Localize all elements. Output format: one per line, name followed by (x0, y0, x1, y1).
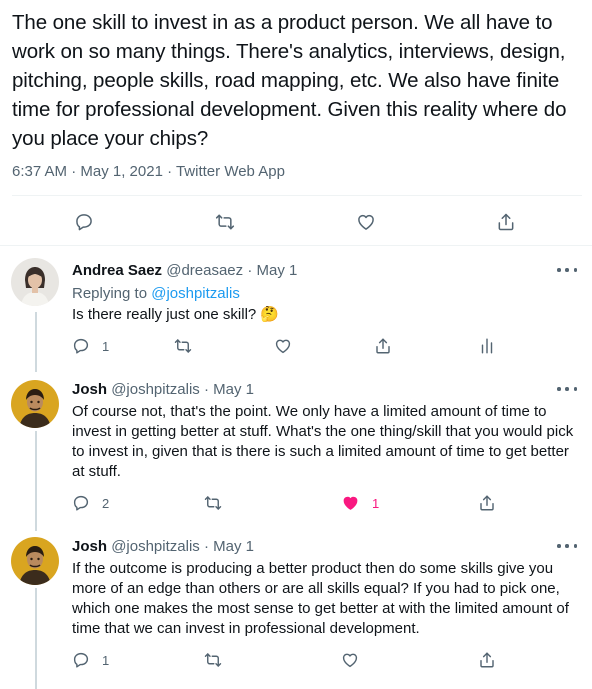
retweet-icon (174, 339, 192, 353)
replying-to: Replying to @joshpitzalis (72, 285, 240, 302)
retweet-button[interactable] (203, 651, 223, 669)
analytics-button[interactable] (478, 337, 496, 355)
author-handle[interactable]: @joshpitzalis · May 1 (111, 538, 254, 555)
author-name[interactable]: Josh (72, 538, 107, 555)
reply-button[interactable]: 2 (72, 494, 109, 512)
more-options-icon[interactable] (557, 384, 577, 394)
like-icon[interactable] (354, 210, 378, 234)
analytics-icon (481, 338, 493, 354)
reply-icon[interactable] (72, 210, 96, 234)
main-tweet-text: The one skill to invest in as a product … (12, 11, 567, 150)
author-handle[interactable]: @joshpitzalis · May 1 (111, 381, 254, 398)
thread-line (35, 312, 37, 372)
author-name[interactable]: Josh (72, 381, 107, 398)
retweet-icon (204, 496, 222, 510)
more-options-icon[interactable] (557, 265, 577, 275)
reply-button[interactable]: 1 (72, 651, 109, 669)
like-icon (275, 339, 291, 354)
divider (12, 195, 582, 196)
share-button[interactable] (374, 337, 392, 355)
thread-line (35, 431, 37, 531)
divider (0, 245, 592, 246)
share-button[interactable] (478, 651, 496, 669)
avatar[interactable] (11, 537, 59, 585)
share-icon (480, 495, 494, 511)
share-icon[interactable] (494, 210, 518, 234)
avatar-man (11, 537, 59, 585)
tweet-timestamp[interactable]: 6:37 AM · May 1, 2021 · Twitter Web App (12, 163, 285, 180)
liked-heart-icon (343, 496, 358, 510)
like-button[interactable] (341, 651, 359, 669)
reply-icon (73, 338, 89, 354)
reply-text: Is there really just one skill? 🤔 (72, 306, 280, 323)
author-name[interactable]: Andrea Saez (72, 262, 162, 279)
author-handle[interactable]: @dreasaez · May 1 (166, 262, 297, 279)
share-button[interactable] (478, 494, 496, 512)
retweet-icon[interactable] (213, 210, 237, 234)
avatar-man (11, 380, 59, 428)
reply-text: If the outcome is producing a better pro… (72, 560, 569, 637)
reply-icon (73, 495, 89, 511)
like-count: 1 (372, 495, 380, 511)
more-options-icon[interactable] (557, 541, 577, 551)
retweet-icon (204, 653, 222, 667)
like-button[interactable]: 1 (341, 494, 379, 512)
reply-count: 1 (102, 652, 110, 668)
retweet-button[interactable] (173, 337, 193, 355)
reply-count: 1 (102, 338, 110, 354)
mention-link[interactable]: @joshpitzalis (151, 285, 240, 302)
avatar[interactable] (11, 380, 59, 428)
share-icon (480, 652, 494, 668)
like-icon (342, 653, 358, 668)
reply-button[interactable]: 1 (72, 337, 109, 355)
reply-count: 2 (102, 495, 110, 511)
avatar[interactable] (11, 258, 59, 306)
reply-text: Of course not, that's the point. We only… (72, 403, 574, 480)
retweet-button[interactable] (203, 494, 223, 512)
share-icon (376, 338, 390, 354)
reply-icon (73, 652, 89, 668)
like-button[interactable] (274, 337, 292, 355)
avatar-woman (11, 258, 59, 306)
replying-prefix: Replying to (72, 285, 152, 302)
thread-line (35, 588, 37, 689)
